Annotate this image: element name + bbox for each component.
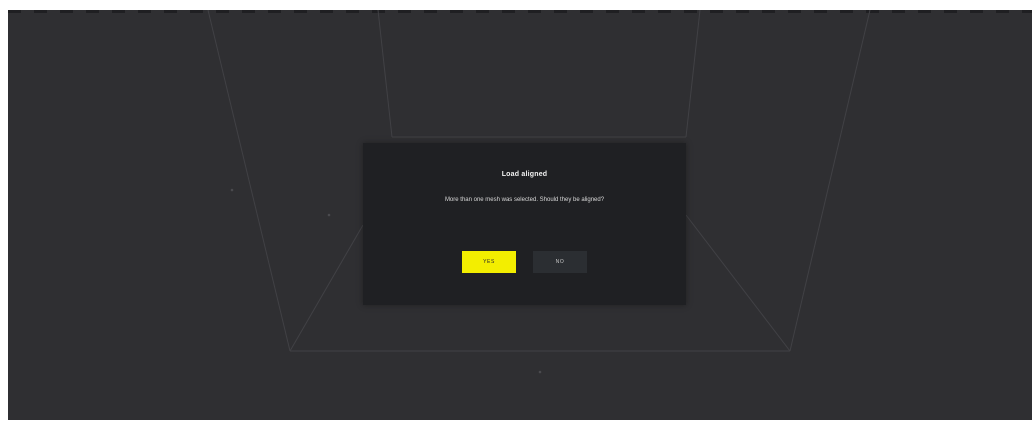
3d-viewport[interactable]: Load aligned More than one mesh was sele… (8, 10, 1032, 420)
dialog-message: More than one mesh was selected. Should … (444, 197, 605, 203)
wireframe-edge (207, 10, 291, 352)
dialog-title: Load aligned (501, 171, 548, 178)
no-button[interactable]: NO (533, 251, 587, 273)
wireframe-edge (789, 10, 871, 352)
vertex-point (327, 213, 331, 217)
wireframe-edge (685, 10, 701, 138)
vertex-point (538, 370, 542, 374)
yes-button[interactable]: YES (462, 251, 516, 273)
wireframe-edge (685, 214, 791, 352)
wireframe-edge (377, 10, 393, 138)
load-aligned-dialog: Load aligned More than one mesh was sele… (363, 143, 686, 305)
vertex-point (230, 188, 234, 192)
wireframe-edge (289, 224, 364, 352)
